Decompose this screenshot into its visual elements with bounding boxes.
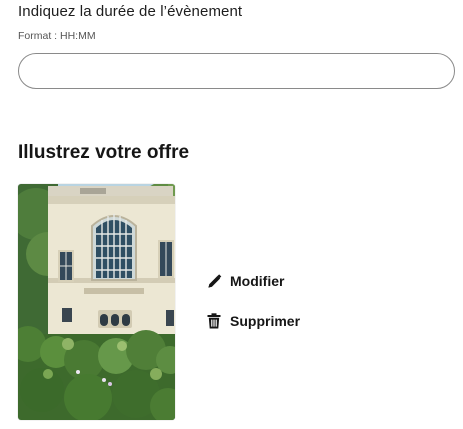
edit-image-label: Modifier (230, 273, 285, 289)
duration-input[interactable] (18, 53, 455, 89)
offer-form: Indiquez la durée de l’évènement Format … (0, 0, 463, 429)
illustration-section-title: Illustrez votre offre (18, 142, 190, 163)
delete-image-button[interactable]: Supprimer (206, 313, 300, 329)
delete-image-label: Supprimer (230, 313, 301, 329)
duration-format-hint: Format : HH:MM (18, 30, 96, 42)
pencil-icon (206, 273, 222, 289)
duration-label: Indiquez la durée de l’évènement (18, 3, 243, 20)
offer-image (18, 184, 175, 420)
trash-icon (206, 313, 222, 329)
edit-image-button[interactable]: Modifier (206, 273, 284, 289)
